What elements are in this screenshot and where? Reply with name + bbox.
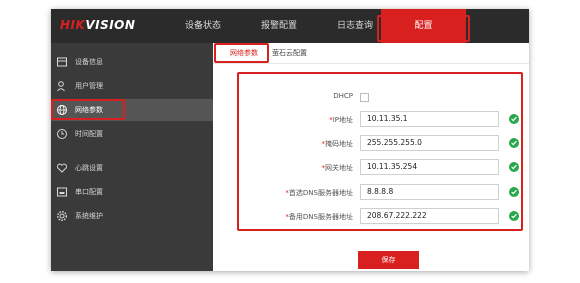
sidebar-item-serial-port[interactable]: 串口配置 <box>51 181 213 203</box>
sidebar-item-label: 串口配置 <box>75 188 103 196</box>
alternate-dns-input[interactable]: 208.67.222.222 <box>360 208 499 224</box>
nav-log-query[interactable]: 日志查询 <box>329 9 381 43</box>
brand-logo: HIKVISION <box>60 18 136 32</box>
gateway-label: *网关地址 <box>321 164 354 172</box>
sidebar-item-label: 设备信息 <box>75 58 103 66</box>
device-info-icon <box>57 57 67 67</box>
sidebar-item-heartbeat[interactable]: 心跳设置 <box>51 157 213 179</box>
app-window: HIKVISION 设备状态 报警配置 日志查询 配置 设备信息 用户管理 网络… <box>51 9 529 271</box>
ip-address-input[interactable]: 10.11.35.1 <box>360 111 499 127</box>
subnet-mask-input[interactable]: 255.255.255.0 <box>360 135 499 151</box>
dhcp-checkbox[interactable] <box>360 93 369 102</box>
clock-icon <box>57 129 67 139</box>
dhcp-label: DHCP <box>333 92 353 100</box>
globe-icon <box>57 105 67 115</box>
subnet-mask-label: *掩码地址 <box>321 140 354 148</box>
gear-icon <box>56 210 68 222</box>
nav-config[interactable]: 配置 <box>381 9 466 43</box>
sidebar-item-label: 心跳设置 <box>75 164 103 172</box>
valid-check-icon <box>509 114 519 124</box>
user-icon <box>57 81 65 92</box>
nav-alarm-config[interactable]: 报警配置 <box>253 9 305 43</box>
preferred-dns-input[interactable]: 8.8.8.8 <box>360 184 499 200</box>
sidebar: 设备信息 用户管理 网络参数 时间配置 心跳设置 串口配置 系统维护 <box>51 43 213 271</box>
sidebar-item-label: 系统维护 <box>75 212 103 220</box>
valid-check-icon <box>509 187 519 197</box>
tab-ezviz-cloud[interactable]: 萤石云配置 <box>272 46 307 60</box>
sidebar-item-system-maintenance[interactable]: 系统维护 <box>51 205 213 227</box>
tab-network-params[interactable]: 网络参数 <box>230 46 258 60</box>
save-button[interactable]: 保存 <box>358 251 419 269</box>
gateway-input[interactable]: 10.11.35.254 <box>360 159 499 175</box>
alternate-dns-label: *备用DNS服务器地址 <box>285 213 353 221</box>
main-panel: 网络参数 萤石云配置 DHCP *IP地址 10.11.35.1 *掩码地址 2… <box>213 43 529 271</box>
top-nav-bar: HIKVISION 设备状态 报警配置 日志查询 配置 <box>51 9 529 43</box>
sidebar-item-device-info[interactable]: 设备信息 <box>51 51 213 73</box>
sidebar-item-user-management[interactable]: 用户管理 <box>51 75 213 97</box>
serial-port-icon <box>57 187 67 197</box>
preferred-dns-label: *首选DNS服务器地址 <box>285 189 353 197</box>
sidebar-item-time-config[interactable]: 时间配置 <box>51 123 213 145</box>
ip-address-label: *IP地址 <box>329 116 353 124</box>
tab-divider <box>213 63 529 64</box>
valid-check-icon <box>509 162 519 172</box>
sidebar-item-label: 用户管理 <box>75 82 103 90</box>
nav-device-status[interactable]: 设备状态 <box>177 9 229 43</box>
sidebar-item-label: 网络参数 <box>75 106 103 114</box>
sidebar-item-network-params[interactable]: 网络参数 <box>51 99 213 121</box>
valid-check-icon <box>509 211 519 221</box>
sidebar-item-label: 时间配置 <box>75 130 103 138</box>
heart-icon <box>56 163 68 173</box>
valid-check-icon <box>509 138 519 148</box>
